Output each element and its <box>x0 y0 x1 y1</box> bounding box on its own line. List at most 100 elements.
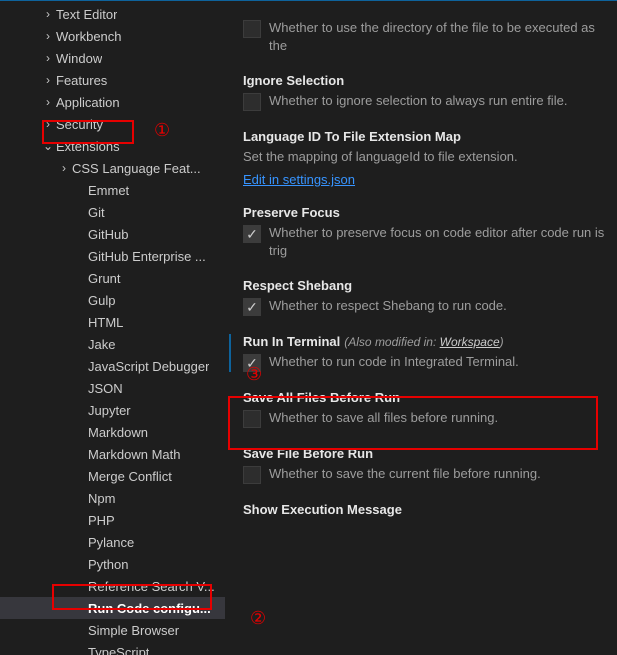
tree-item[interactable]: ›Merge Conflict <box>0 465 225 487</box>
chevron-right-icon: › <box>56 161 72 175</box>
checkbox[interactable]: ✓ <box>243 225 261 243</box>
chevron-right-icon: › <box>40 51 56 65</box>
setting-title-text: Run In Terminal <box>243 334 340 349</box>
tree-item-label: Python <box>88 557 128 572</box>
tree-item[interactable]: ›Emmet <box>0 179 225 201</box>
tree-item-label: Workbench <box>56 29 122 44</box>
setting-title-text: Ignore Selection <box>243 73 344 88</box>
tree-item[interactable]: ›PHP <box>0 509 225 531</box>
setting-title: Run In Terminal(Also modified in: Worksp… <box>243 334 607 349</box>
settings-content: ✓ Whether to use the directory of the fil… <box>225 1 617 655</box>
setting-description: Whether to preserve focus on code editor… <box>269 224 607 260</box>
tree-item[interactable]: ›Security <box>0 113 225 135</box>
tree-item[interactable]: ›Jupyter <box>0 399 225 421</box>
tree-item[interactable]: ›Window <box>0 47 225 69</box>
tree-item-label: Pylance <box>88 535 134 550</box>
tree-item-label: JavaScript Debugger <box>88 359 209 374</box>
tree-item-label: Reference Search V... <box>88 579 215 594</box>
tree-item-label: GitHub Enterprise ... <box>88 249 206 264</box>
setting-title-text: Language ID To File Extension Map <box>243 129 461 144</box>
tree-item[interactable]: ›GitHub Enterprise ... <box>0 245 225 267</box>
tree-item-label: Text Editor <box>56 7 117 22</box>
chevron-right-icon: › <box>40 7 56 21</box>
tree-item[interactable]: ›Markdown Math <box>0 443 225 465</box>
tree-item-label: Gulp <box>88 293 115 308</box>
tree-item-label: HTML <box>88 315 123 330</box>
tree-item[interactable]: ›Simple Browser <box>0 619 225 641</box>
tree-item-label: TypeScript <box>88 645 149 655</box>
chevron-right-icon: › <box>40 95 56 109</box>
checkbox[interactable]: ✓ <box>243 354 261 372</box>
tree-item[interactable]: ›Git <box>0 201 225 223</box>
checkbox[interactable]: ✓ <box>243 410 261 428</box>
chevron-right-icon: › <box>40 117 56 131</box>
tree-item[interactable]: ›JSON <box>0 377 225 399</box>
tree-item-label: CSS Language Feat... <box>72 161 201 176</box>
tree-item[interactable]: ›Reference Search V... <box>0 575 225 597</box>
tree-item[interactable]: ›Application <box>0 91 225 113</box>
tree-item[interactable]: ›Grunt <box>0 267 225 289</box>
tree-item-label: Application <box>56 95 120 110</box>
setting-description: Whether to ignore selection to always ru… <box>269 92 567 110</box>
tree-item-label: Emmet <box>88 183 129 198</box>
checkbox[interactable]: ✓ <box>243 20 261 38</box>
setting-title: Save File Before Run <box>243 446 607 461</box>
tree-item-label: Git <box>88 205 105 220</box>
setting-description: Whether to use the directory of the file… <box>269 19 607 55</box>
settings-sidebar: ›Text Editor›Workbench›Window›Features›A… <box>0 1 225 655</box>
setting-checkbox-row: ✓ Whether to preserve focus on code edito… <box>243 224 607 260</box>
tree-item[interactable]: ›Run Code configu... <box>0 597 225 619</box>
tree-item-label: Jake <box>88 337 115 352</box>
setting-checkbox-row: ✓ Whether to save the current file before… <box>243 465 607 484</box>
tree-item[interactable]: ›TypeScript <box>0 641 225 655</box>
tree-item-label: PHP <box>88 513 115 528</box>
tree-item-label: Markdown Math <box>88 447 180 462</box>
setting-checkbox-row: ✓ Whether to run code in Integrated Termi… <box>243 353 607 372</box>
setting-save-file: Save File Before Run ✓ Whether to save the… <box>243 446 607 484</box>
checkbox[interactable]: ✓ <box>243 93 261 111</box>
setting-description: Whether to run code in Integrated Termin… <box>269 353 519 371</box>
edit-in-settings-json-link[interactable]: Edit in settings.json <box>243 172 355 187</box>
setting-lang-id-map: Language ID To File Extension MapSet the… <box>243 129 607 187</box>
setting-title-text: Show Execution Message <box>243 502 402 517</box>
tree-item[interactable]: ⌄Extensions <box>0 135 225 157</box>
tree-item-label: Run Code configu... <box>88 601 211 616</box>
tree-item-label: Window <box>56 51 102 66</box>
tree-item[interactable]: ›Npm <box>0 487 225 509</box>
tree-item[interactable]: ›Markdown <box>0 421 225 443</box>
tree-item-label: Features <box>56 73 107 88</box>
setting-respect-shebang: Respect Shebang✓Whether to respect Sheba… <box>243 278 607 316</box>
setting-cwd-file-dir: ✓ Whether to use the directory of the fil… <box>243 19 607 55</box>
tree-item[interactable]: ›Workbench <box>0 25 225 47</box>
tree-item[interactable]: ›Features <box>0 69 225 91</box>
tree-item[interactable]: ›CSS Language Feat... <box>0 157 225 179</box>
setting-title: Show Execution Message <box>243 502 607 517</box>
checkbox[interactable]: ✓ <box>243 298 261 316</box>
setting-title: Respect Shebang <box>243 278 607 293</box>
setting-title-text: Respect Shebang <box>243 278 352 293</box>
setting-run-in-terminal: Run In Terminal(Also modified in: Worksp… <box>229 334 607 372</box>
tree-item-label: Simple Browser <box>88 623 179 638</box>
tree-item-label: GitHub <box>88 227 128 242</box>
tree-item-label: Markdown <box>88 425 148 440</box>
tree-item[interactable]: ›Jake <box>0 333 225 355</box>
setting-title-text: Save All Files Before Run <box>243 390 400 405</box>
tree-item[interactable]: ›Python <box>0 553 225 575</box>
tree-item-label: Grunt <box>88 271 121 286</box>
tree-item[interactable]: ›Pylance <box>0 531 225 553</box>
tree-item-label: JSON <box>88 381 123 396</box>
tree-item[interactable]: ›GitHub <box>0 223 225 245</box>
tree-item[interactable]: ›HTML <box>0 311 225 333</box>
tree-item-label: Jupyter <box>88 403 131 418</box>
scope-link[interactable]: Workspace <box>440 335 500 349</box>
tree-item[interactable]: ›JavaScript Debugger <box>0 355 225 377</box>
tree-item[interactable]: ›Gulp <box>0 289 225 311</box>
tree-item[interactable]: ›Text Editor <box>0 3 225 25</box>
setting-description: Whether to save the current file before … <box>269 465 541 483</box>
setting-title-text: Preserve Focus <box>243 205 340 220</box>
chevron-right-icon: › <box>40 29 56 43</box>
setting-save-all-files: Save All Files Before Run ✓ Whether to sav… <box>243 390 607 428</box>
checkbox[interactable]: ✓ <box>243 466 261 484</box>
tree-item-label: Security <box>56 117 103 132</box>
setting-description: Whether to save all files before running… <box>269 409 498 427</box>
